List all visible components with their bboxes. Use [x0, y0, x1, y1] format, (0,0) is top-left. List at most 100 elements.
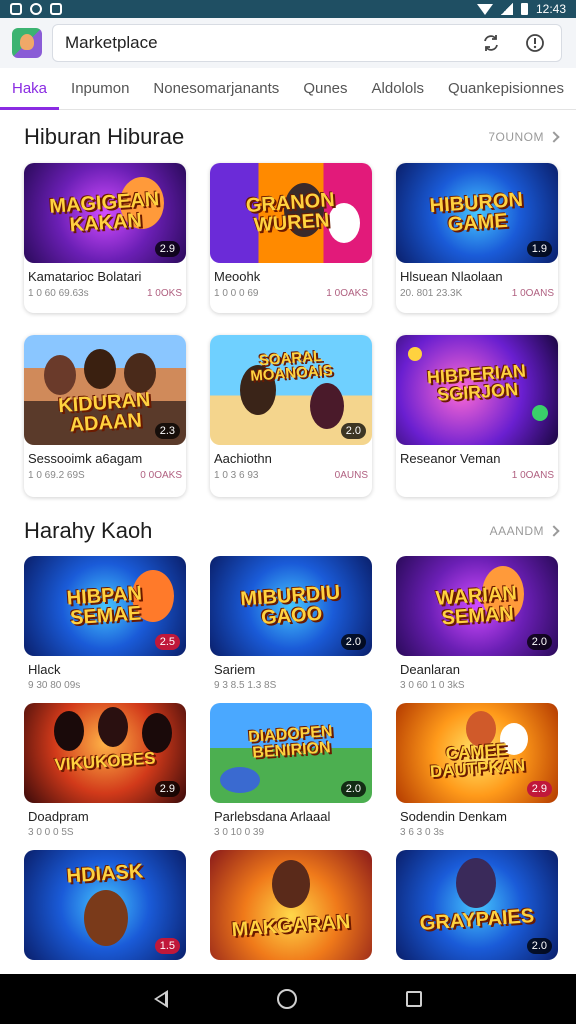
- system-nav-bar: [0, 974, 576, 1024]
- game-thumbnail: MAKGARAN: [210, 850, 372, 960]
- game-thumbnail: GRAYPAIES 2.0: [396, 850, 558, 960]
- rating-badge: 2.0: [340, 781, 366, 797]
- section-header: Hiburan Hiburae 7OUNOM: [24, 124, 560, 150]
- search-bar[interactable]: Marketplace: [52, 24, 562, 62]
- status-bar: 12:43: [0, 0, 576, 18]
- card-price: 1 0OANS: [511, 288, 554, 299]
- recent-apps-icon[interactable]: [405, 991, 422, 1007]
- card-meta: 9 3 8.5 1.3 8S: [214, 680, 277, 691]
- category-tabs: Haka Inpumon Nonesomarjanants Qunes Aldo…: [0, 68, 576, 110]
- rating-badge: 2.9: [526, 781, 552, 797]
- game-card[interactable]: GRANON WUREN Meoohk 1 0 0 0 69 1 0OAKS: [210, 163, 372, 313]
- rating-badge: 2.0: [340, 423, 366, 439]
- rating-badge: 2.0: [340, 634, 366, 650]
- game-card[interactable]: MIBURDIU GAOO 2.0 Sariem 9 3 8.5 1.3 8S: [210, 556, 372, 691]
- sync-icon: [30, 3, 42, 15]
- card-meta: 3 0 0 0 5S: [28, 827, 74, 838]
- chevron-right-icon: [548, 131, 560, 143]
- card-title: Aachiothn: [214, 451, 272, 466]
- card-title: Kamatarioc Bolatari: [28, 269, 142, 284]
- rating-badge: 2.9: [154, 241, 180, 257]
- card-price: 1 0OAKS: [326, 288, 368, 299]
- tab-qunes[interactable]: Qunes: [291, 68, 359, 110]
- tab-inpumon[interactable]: Inpumon: [59, 68, 141, 110]
- app-title: Marketplace: [65, 33, 158, 52]
- app-logo[interactable]: [12, 28, 42, 58]
- game-card[interactable]: VIKUKOBES 2.9 Doadpram 3 0 0 0 5S: [24, 703, 186, 838]
- signal-icon: [500, 3, 513, 15]
- card-price: 1 0OKS: [146, 288, 182, 299]
- card-price: 0 0OAKS: [140, 470, 182, 481]
- game-thumbnail: HDIASK 1.5: [24, 850, 186, 960]
- app-bar: Marketplace: [0, 18, 576, 68]
- game-thumbnail: HIBPAN SEMAE 2.5: [24, 556, 186, 656]
- game-card[interactable]: KIDURAN ADAAN 2.3 Sessooimk a6agam 1 0 6…: [24, 335, 186, 497]
- section-header: Harahy Kaoh AAANDM: [24, 518, 560, 544]
- battery-icon: [520, 3, 528, 15]
- card-title: Parlebsdana Arlaaal: [214, 809, 331, 824]
- camera-icon: [50, 3, 62, 15]
- game-thumbnail: MAGIGEAN KAKAN 2.9: [24, 163, 186, 263]
- card-meta: 1 0 60 69.63s: [28, 288, 89, 299]
- card-meta: 1 0 69.2 69S: [28, 470, 85, 481]
- section-grid: MAGIGEAN KAKAN 2.9 Kamatarioc Bolatari 1…: [24, 163, 558, 497]
- card-meta: 9 30 80 09s: [28, 680, 81, 691]
- wifi-icon: [476, 3, 493, 15]
- game-card[interactable]: GRAYPAIES 2.0: [396, 850, 558, 960]
- game-thumbnail: MIBURDIU GAOO 2.0: [210, 556, 372, 656]
- rating-badge: 2.0: [526, 634, 552, 650]
- rating-badge: 2.3: [154, 423, 180, 439]
- card-title: Hlack: [28, 662, 61, 677]
- see-all-link[interactable]: AAANDM: [490, 524, 560, 538]
- tab-haka[interactable]: Haka: [0, 68, 60, 110]
- tab-aldolols[interactable]: Aldolols: [360, 68, 437, 110]
- game-thumbnail: HIBPERIAN SGIRJON: [396, 335, 558, 445]
- game-card[interactable]: MAKGARAN: [210, 850, 372, 960]
- see-all-link[interactable]: 7OUNOM: [488, 130, 560, 144]
- game-card[interactable]: SOARAL MOANOAIS 2.0 Aachiothn 1 0 3 6 93…: [210, 335, 372, 497]
- card-meta: 3 0 60 1 0 3kS: [400, 680, 465, 691]
- section-grid: HIBPAN SEMAE 2.5 Hlack 9 30 80 09s MIBUR…: [24, 556, 558, 960]
- game-thumbnail: VIKUKOBES 2.9: [24, 703, 186, 803]
- game-card[interactable]: HIBPERIAN SGIRJON Reseanor Veman 1 0OANS: [396, 335, 558, 497]
- back-icon[interactable]: [154, 990, 169, 1008]
- game-thumbnail: WARIAN SEMAN 2.0: [396, 556, 558, 656]
- section-title: Hiburan Hiburae: [24, 124, 185, 149]
- card-meta: 3 0 10 0 39: [214, 827, 265, 838]
- tab-nonesomarjanants[interactable]: Nonesomarjanants: [141, 68, 291, 110]
- game-thumbnail: HIBURON GAME 1.9: [396, 163, 558, 263]
- game-card[interactable]: CAMEE DAUTPKAN 2.9 Sodendin Denkam 3 6 3…: [396, 703, 558, 838]
- card-meta: 20. 801 23.3K: [400, 288, 463, 299]
- card-meta: 3 6 3 0 3s: [400, 827, 444, 838]
- game-card[interactable]: HIBURON GAME 1.9 Hlsuean Nlaolaan 20. 80…: [396, 163, 558, 313]
- card-meta: 1 0 3 6 93: [214, 470, 259, 481]
- game-thumbnail: KIDURAN ADAAN 2.3: [24, 335, 186, 445]
- rating-badge: 1.5: [154, 938, 180, 954]
- tab-quankepisionnes[interactable]: Quankepisionnes: [436, 68, 576, 110]
- refresh-icon[interactable]: [477, 29, 505, 57]
- game-card[interactable]: DIADOPEN BENIRION 2.0 Parlebsdana Arlaaa…: [210, 703, 372, 838]
- game-card[interactable]: MAGIGEAN KAKAN 2.9 Kamatarioc Bolatari 1…: [24, 163, 186, 313]
- game-card[interactable]: HIBPAN SEMAE 2.5 Hlack 9 30 80 09s: [24, 556, 186, 691]
- rating-badge: 2.5: [154, 634, 180, 650]
- card-title: Deanlaran: [400, 662, 460, 677]
- notification-icon: [10, 3, 22, 15]
- card-title: Sariem: [214, 662, 256, 677]
- card-title: Hlsuean Nlaolaan: [400, 269, 503, 284]
- card-price: 1 0OANS: [511, 470, 554, 481]
- info-icon[interactable]: [521, 29, 549, 57]
- rating-badge: 2.9: [154, 781, 180, 797]
- card-title: Sessooimk a6agam: [28, 451, 143, 466]
- card-title: Sodendin Denkam: [400, 809, 507, 824]
- card-price: 0AUNS: [334, 470, 368, 481]
- game-card[interactable]: WARIAN SEMAN 2.0 Deanlaran 3 0 60 1 0 3k…: [396, 556, 558, 691]
- home-icon[interactable]: [276, 989, 297, 1009]
- rating-badge: 1.9: [526, 241, 552, 257]
- chevron-right-icon: [548, 525, 560, 537]
- status-time: 12:43: [535, 2, 566, 16]
- game-thumbnail: DIADOPEN BENIRION 2.0: [210, 703, 372, 803]
- game-card[interactable]: HDIASK 1.5: [24, 850, 186, 960]
- rating-badge: 2.0: [526, 938, 552, 954]
- card-title: Meoohk: [214, 269, 261, 284]
- card-meta: 1 0 0 0 69: [214, 288, 259, 299]
